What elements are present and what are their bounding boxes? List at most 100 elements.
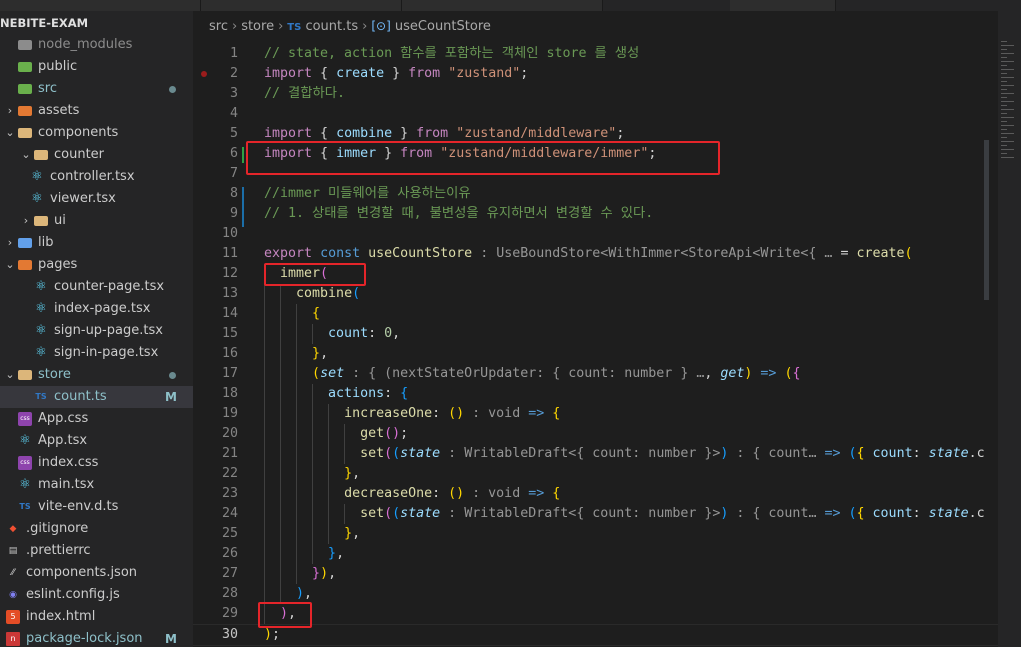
- tree-item-label: index-page.tsx: [54, 301, 151, 316]
- chevron-right-icon[interactable]: ›: [4, 100, 16, 122]
- code-line[interactable]: 21 set((state : WritableDraft<{ count: n…: [193, 444, 998, 464]
- scrollbar-thumb[interactable]: [984, 140, 989, 300]
- code-text: combine(: [264, 284, 360, 304]
- react-icon: ⚛: [31, 191, 43, 206]
- code-line[interactable]: 3 // 결합하다.: [193, 84, 998, 104]
- breadcrumb-src[interactable]: src: [209, 19, 228, 34]
- code-line[interactable]: 15 count: 0,: [193, 324, 998, 344]
- code-line[interactable]: 26 },: [193, 544, 998, 564]
- tree-item-label: controller.tsx: [50, 169, 135, 184]
- tree-item-sign-up-page-tsx[interactable]: ⚛ sign-up-page.tsx: [0, 320, 193, 342]
- code-token: from: [408, 66, 441, 81]
- code-line[interactable]: 18 actions: {: [193, 384, 998, 404]
- tree-item-label: sign-up-page.tsx: [54, 323, 163, 338]
- chevron-down-icon[interactable]: ⌄: [4, 254, 16, 276]
- chevron-right-icon[interactable]: ›: [20, 210, 32, 232]
- tree-item-package-lock-json[interactable]: n package-lock.json M: [0, 628, 193, 647]
- breadcrumb-symbol[interactable]: useCountStore: [395, 19, 491, 34]
- code-line[interactable]: 16 },: [193, 344, 998, 364]
- line-number: 10: [221, 226, 238, 241]
- minimap-line: [1001, 153, 1007, 154]
- code-line[interactable]: 27 }),: [193, 564, 998, 584]
- tree-item-index-css[interactable]: css index.css: [0, 452, 193, 474]
- tree-item-components-json[interactable]: ⁄⁄ components.json: [0, 562, 193, 584]
- chevron-down-icon[interactable]: ⌄: [4, 364, 16, 386]
- tree-item-store[interactable]: ⌄ store: [0, 364, 193, 386]
- tab[interactable]: [0, 0, 201, 11]
- tree-item-app-css[interactable]: css App.css: [0, 408, 193, 430]
- code-line[interactable]: 22 },: [193, 464, 998, 484]
- code-line[interactable]: 11 export const useCountStore : UseBoundS…: [193, 244, 998, 264]
- code-line[interactable]: 2 import { create } from "zustand";: [193, 64, 998, 84]
- react-icon: ⚛: [35, 345, 47, 360]
- tree-item-counter-page-tsx[interactable]: ⚛ counter-page.tsx: [0, 276, 193, 298]
- tree-item-src[interactable]: src: [0, 78, 193, 100]
- code-line[interactable]: 8 //immer 미들웨어를 사용하는이유: [193, 184, 998, 204]
- tree-item-sign-in-page-tsx[interactable]: ⚛ sign-in-page.tsx: [0, 342, 193, 364]
- tree-item-eslint-config-js[interactable]: ◉ eslint.config.js: [0, 584, 193, 606]
- code-line[interactable]: 25 },: [193, 524, 998, 544]
- tree-item-public[interactable]: public: [0, 56, 193, 78]
- code-line[interactable]: 30);: [193, 624, 998, 646]
- code-line[interactable]: 1 // state, action 함수를 포함하는 객체인 store 를 생…: [193, 44, 998, 64]
- folder-icon: [18, 62, 32, 72]
- line-number: 1: [229, 46, 238, 61]
- minimap-line: [1001, 61, 1014, 62]
- code-line[interactable]: 9 // 1. 상태를 변경할 때, 불변성을 유지하면서 변경할 수 있다.: [193, 204, 998, 224]
- tree-item-pages[interactable]: ⌄ pages: [0, 254, 193, 276]
- chevron-right-icon[interactable]: ›: [4, 232, 16, 254]
- code-token: ,: [336, 546, 345, 561]
- code-line[interactable]: 29 ),: [193, 604, 998, 624]
- tree-item-node-modules[interactable]: node_modules: [0, 34, 193, 56]
- tab[interactable]: [402, 0, 603, 11]
- tree-item-main-tsx[interactable]: ⚛ main.tsx: [0, 474, 193, 496]
- tree-item-label: public: [38, 59, 78, 74]
- tree-item-label: pages: [38, 257, 78, 272]
- git-icon: ◆: [9, 524, 17, 534]
- chevron-down-icon[interactable]: ⌄: [20, 144, 32, 166]
- code-token: state: [400, 506, 441, 521]
- tree-item-controller-tsx[interactable]: ⚛ controller.tsx: [0, 166, 193, 188]
- tree-item-label: ui: [54, 213, 66, 228]
- tree-item-components[interactable]: ⌄ components: [0, 122, 193, 144]
- tree-item-index-page-tsx[interactable]: ⚛ index-page.tsx: [0, 298, 193, 320]
- tree-item-ui[interactable]: › ui: [0, 210, 193, 232]
- code-line[interactable]: 19 increaseOne: () : void => {: [193, 404, 998, 424]
- tree-item-app-tsx[interactable]: ⚛ App.tsx: [0, 430, 193, 452]
- code-line[interactable]: 10: [193, 224, 998, 244]
- tab[interactable]: [730, 0, 836, 11]
- tree-item-counter[interactable]: ⌄ counter: [0, 144, 193, 166]
- code-line[interactable]: 14 {: [193, 304, 998, 324]
- code-token: get: [360, 426, 385, 441]
- tree-item-index-html[interactable]: 5 index.html: [0, 606, 193, 628]
- minimap-line: [1001, 85, 1014, 86]
- breadcrumb-store[interactable]: store: [241, 19, 274, 34]
- code-text: );: [264, 625, 280, 645]
- code-line[interactable]: 28 ),: [193, 584, 998, 604]
- minimap-line: [1001, 65, 1007, 66]
- code-line[interactable]: 13 combine(: [193, 284, 998, 304]
- code-line[interactable]: 17 (set : { (nextStateOrUpdater: { count…: [193, 364, 998, 384]
- tree-item-gitignore[interactable]: ◆ .gitignore: [0, 518, 193, 540]
- tree-item-lib[interactable]: › lib: [0, 232, 193, 254]
- code-line[interactable]: 20 get();: [193, 424, 998, 444]
- tree-item-prettierrc[interactable]: ▤ .prettierrc: [0, 540, 193, 562]
- tree-item-vite-env-d-ts[interactable]: TS vite-env.d.ts: [0, 496, 193, 518]
- tree-item-count-ts[interactable]: TS count.ts M: [0, 386, 193, 408]
- tree-item-viewer-tsx[interactable]: ⚛ viewer.tsx: [0, 188, 193, 210]
- tree-item-label: src: [38, 81, 57, 96]
- code-line[interactable]: 23 decreaseOne: () : void => {: [193, 484, 998, 504]
- tab[interactable]: [201, 0, 402, 11]
- code-line[interactable]: 24 set((state : WritableDraft<{ count: n…: [193, 504, 998, 524]
- code-editor[interactable]: src › store › TS count.ts › [⊙] useCountStore …: [193, 11, 998, 647]
- breakpoint-dot[interactable]: [201, 71, 207, 77]
- code-line[interactable]: 4: [193, 104, 998, 124]
- breadcrumb-file[interactable]: count.ts: [305, 19, 358, 34]
- code-token: decreaseOne: [344, 486, 433, 501]
- tree-item-assets[interactable]: › assets: [0, 100, 193, 122]
- minimap[interactable]: [998, 11, 1021, 647]
- chevron-down-icon[interactable]: ⌄: [4, 122, 16, 144]
